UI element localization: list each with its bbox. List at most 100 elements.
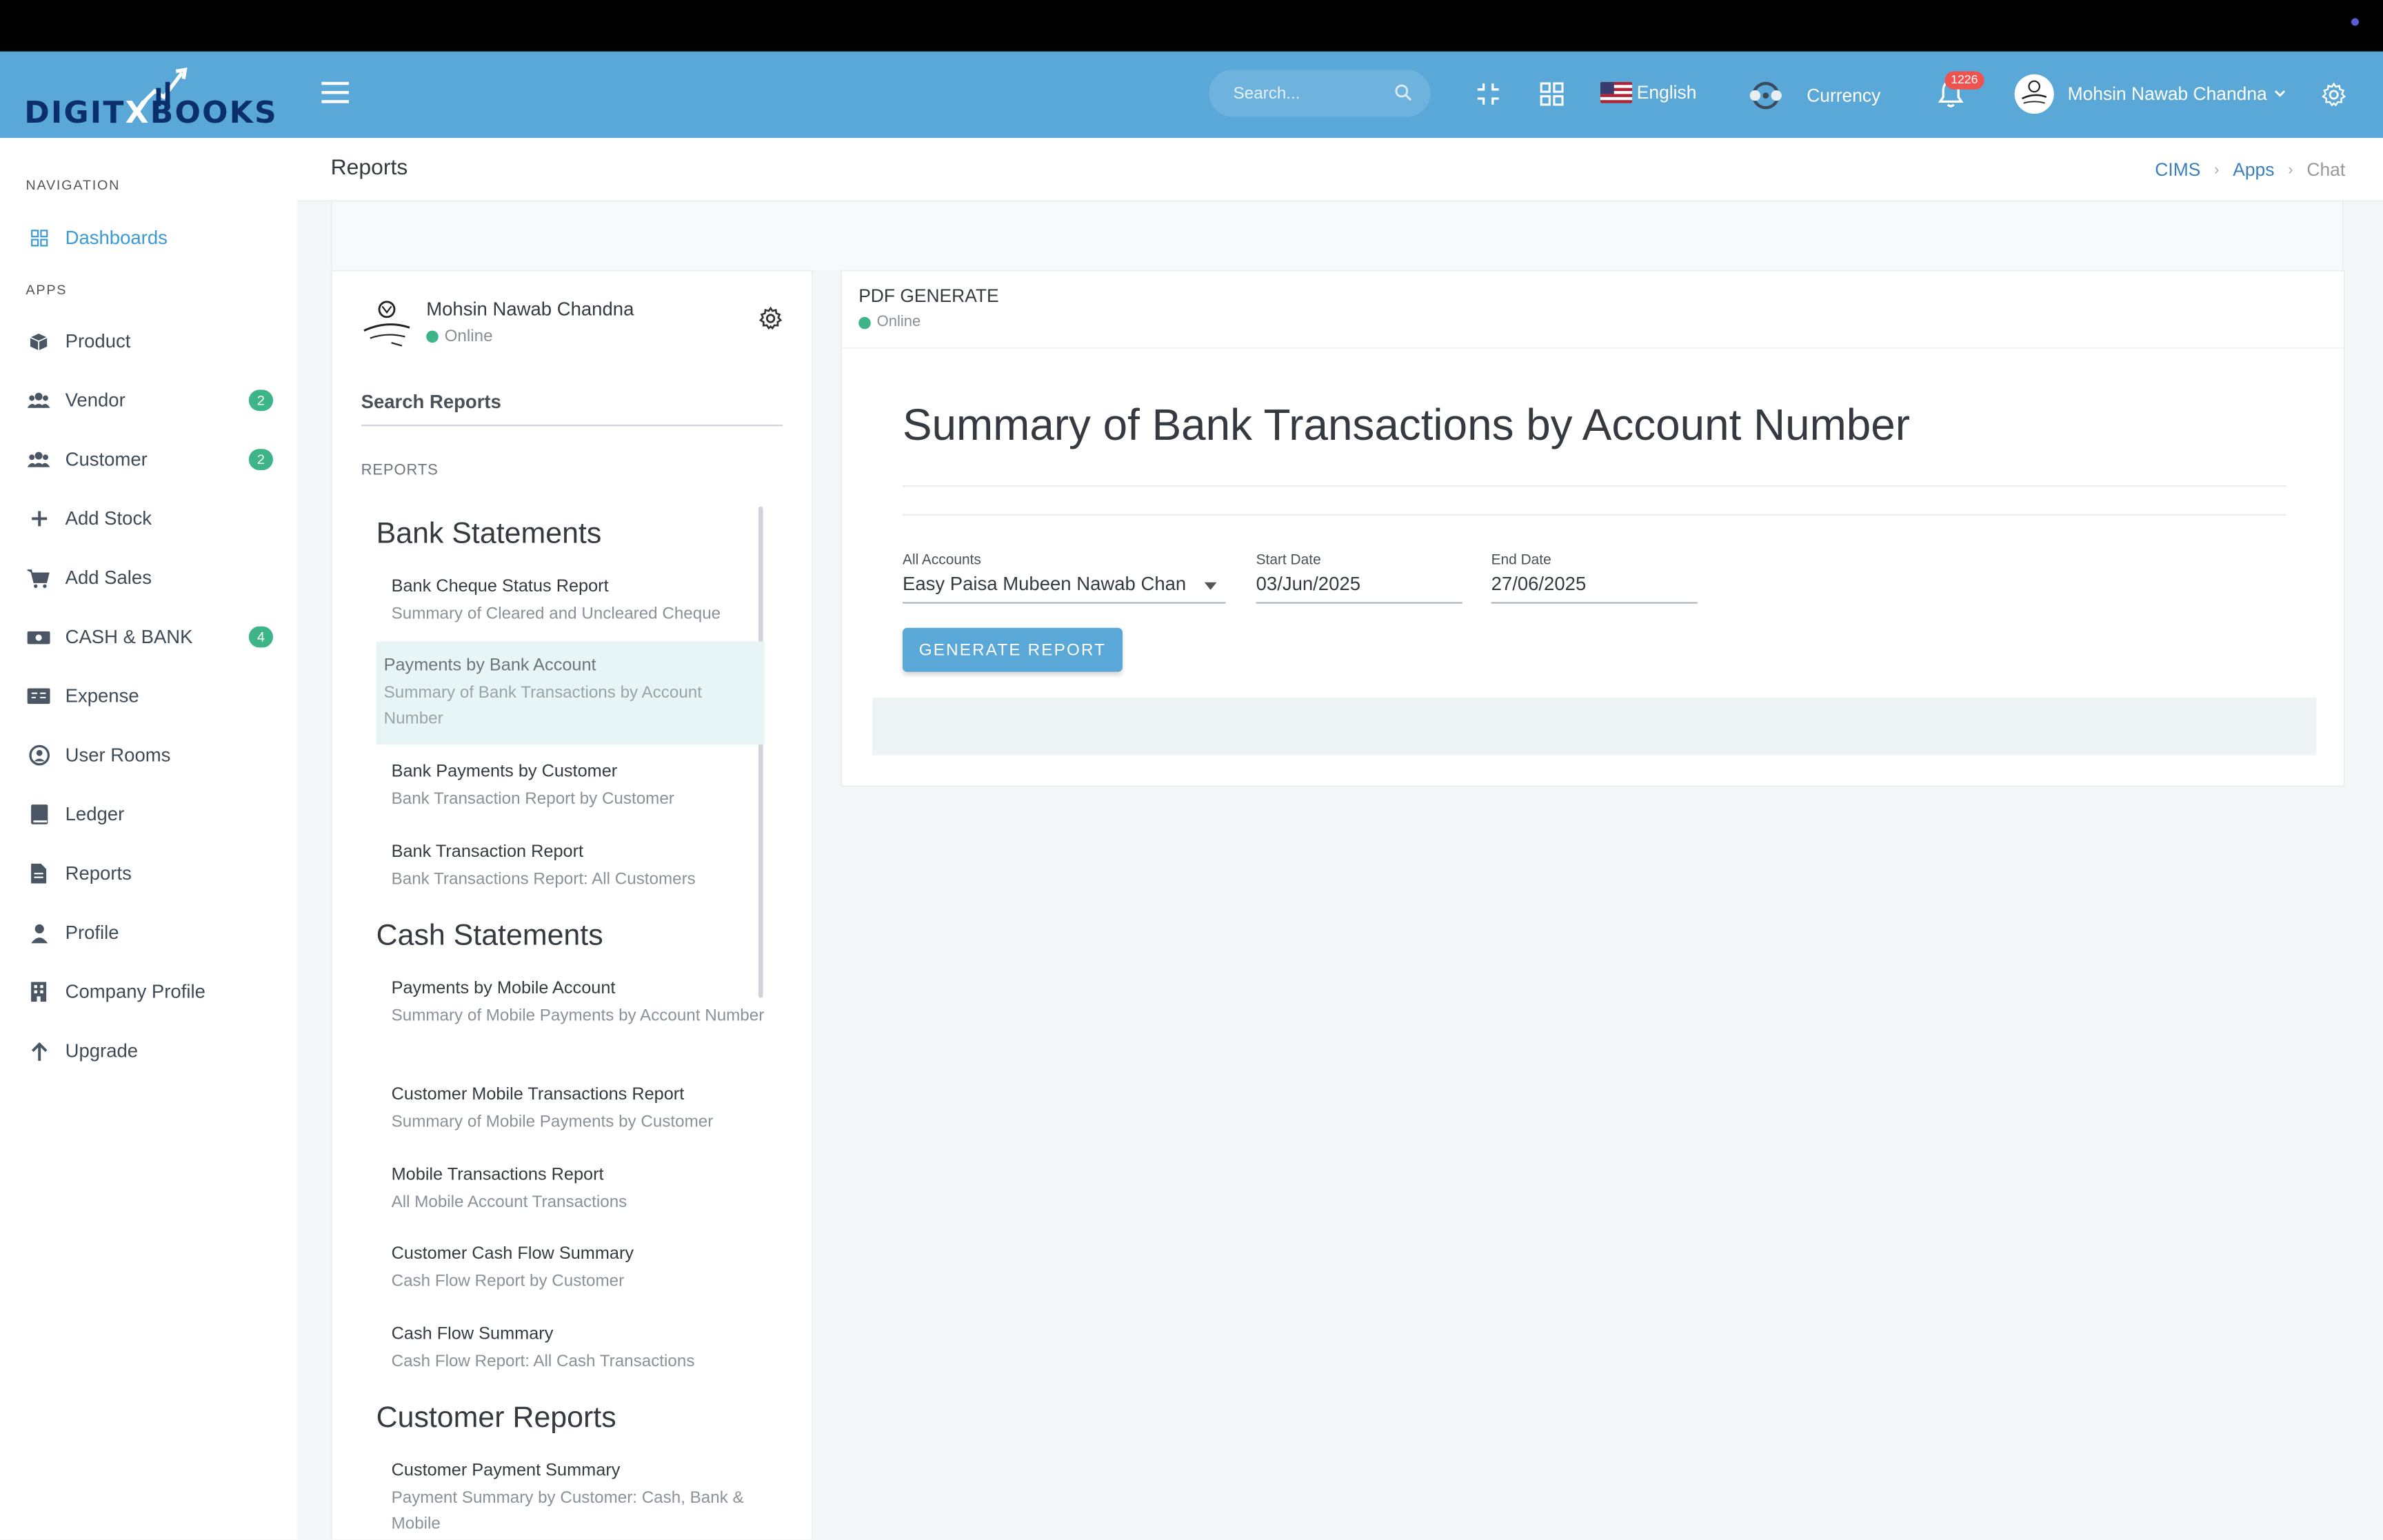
start-date-label: Start Date [1256, 551, 1321, 569]
header-search-input[interactable] [1233, 84, 1385, 103]
report-title: Customer Cash Flow Summary [391, 1245, 634, 1264]
language-selector[interactable]: English [1600, 81, 1697, 103]
settings-gear-icon[interactable] [2321, 82, 2346, 108]
report-title: Bank Cheque Status Report [391, 578, 609, 596]
report-title: Payments by Bank Account [383, 656, 596, 675]
search-reports-input[interactable] [361, 391, 783, 413]
sidebar-item-cash-bank[interactable]: CASH & BANK 4 [27, 622, 273, 652]
accounts-select-field: All Accounts Easy Paisa Mubeen Nawab Cha… [903, 552, 1226, 604]
chevron-down-icon [2275, 90, 2286, 97]
report-title: Cash Flow Summary [391, 1325, 554, 1344]
breadcrumb-cims[interactable]: CIMS [2155, 159, 2200, 181]
sidebar-item-customer[interactable]: Customer 2 [27, 445, 273, 475]
report-title: Mobile Transactions Report [391, 1166, 604, 1185]
report-subtitle: Summary of Mobile Payments by Account Nu… [391, 1006, 765, 1026]
sidebar-item-company-profile[interactable]: Company Profile [28, 977, 273, 1007]
report-item-payments-by-mobile-account[interactable]: Payments by Mobile Account Summary of Mo… [376, 978, 765, 1030]
top-header: DIGITXBOOKS English [0, 51, 2383, 139]
section-heading-bank-statements: Bank Statements [376, 517, 602, 551]
sidebar-item-reports[interactable]: Reports [28, 858, 273, 889]
report-item-bank-payments-by-customer[interactable]: Bank Payments by Customer Bank Transacti… [376, 761, 765, 813]
vendor-count-badge: 2 [248, 389, 273, 412]
collapse-fullscreen-icon[interactable] [1476, 82, 1500, 106]
panel-settings-gear-icon[interactable] [758, 306, 783, 330]
start-date-field: Start Date 03/Jun/2025 [1256, 552, 1462, 604]
sidebar-item-profile[interactable]: Profile [28, 918, 273, 948]
sidebar-item-label: Product [65, 330, 131, 352]
end-date-field: End Date 27/06/2025 [1491, 552, 1698, 604]
sidebar-item-label: Customer [65, 449, 148, 470]
arrow-up-icon [28, 1040, 50, 1062]
sidebar-item-label: CASH & BANK [65, 626, 193, 648]
breadcrumb-apps[interactable]: Apps [2233, 159, 2274, 181]
report-item-customer-cash-flow-summary[interactable]: Customer Cash Flow Summary Cash Flow Rep… [376, 1244, 765, 1295]
apps-grid-icon[interactable] [1540, 82, 1564, 106]
sidebar-item-expense[interactable]: Expense [27, 681, 273, 711]
navigation-heading: NAVIGATION [26, 177, 121, 193]
report-item-bank-transaction-report[interactable]: Bank Transaction Report Bank Transaction… [376, 842, 765, 893]
sidebar-item-add-sales[interactable]: Add Sales [27, 563, 273, 593]
sidebar-item-ledger[interactable]: Ledger [28, 799, 273, 829]
user-name: Mohsin Nawab Chandna [2067, 83, 2267, 105]
sidebar-item-label: Ledger [65, 804, 125, 825]
report-item-customer-mobile-transactions[interactable]: Customer Mobile Transactions Report Summ… [376, 1084, 765, 1136]
app-logo[interactable]: DIGITXBOOKS [24, 61, 282, 130]
currency-selector[interactable]: Currency [1747, 79, 1880, 112]
report-subtitle: Summary of Cleared and Uncleared Cheque [391, 605, 721, 624]
report-title: Customer Payment Summary [391, 1461, 621, 1481]
sidebar-item-label: Company Profile [65, 981, 205, 1003]
search-icon[interactable] [1394, 83, 1412, 101]
receipt-icon [27, 685, 50, 707]
dropdown-caret-icon [1204, 582, 1217, 590]
sidebar-item-label: Add Stock [65, 508, 152, 529]
menu-toggle-icon[interactable] [321, 81, 349, 103]
report-subtitle: All Mobile Account Transactions [391, 1193, 627, 1212]
online-dot-icon [426, 330, 439, 343]
header-search [1209, 70, 1431, 117]
users-icon [27, 448, 50, 471]
report-item-customer-payment-summary[interactable]: Customer Payment Summary Payment Summary… [376, 1461, 765, 1538]
sidebar-item-label: Reports [65, 862, 132, 884]
sidebar-item-label: Dashboards [65, 227, 168, 249]
accounts-value: Easy Paisa Mubeen Nawab Chan [903, 573, 1187, 595]
end-date-input[interactable]: 27/06/2025 [1491, 574, 1698, 604]
accounts-select[interactable]: Easy Paisa Mubeen Nawab Chan [903, 574, 1226, 604]
sidebar-item-add-stock[interactable]: Add Stock [28, 503, 273, 534]
report-heading: Summary of Bank Transactions by Account … [903, 402, 1910, 451]
reports-section-label: REPORTS [361, 463, 439, 480]
sidebar-item-label: Add Sales [65, 567, 152, 589]
breadcrumb: CIMS › Apps › Chat [2155, 159, 2345, 181]
online-dot-icon [858, 316, 871, 329]
box-icon [28, 330, 50, 353]
notification-count-badge: 1226 [1944, 71, 1984, 90]
report-item-bank-cheque-status[interactable]: Bank Cheque Status Report Summary of Cle… [376, 576, 765, 628]
currency-label: Currency [1807, 85, 1881, 106]
sidebar-item-user-rooms[interactable]: User Rooms [28, 740, 273, 771]
report-item-mobile-transactions[interactable]: Mobile Transactions Report All Mobile Ac… [376, 1165, 765, 1217]
sidebar-item-upgrade[interactable]: Upgrade [28, 1036, 273, 1066]
book-icon [28, 803, 50, 826]
language-label: English [1636, 81, 1697, 103]
chevron-right-icon: › [2214, 161, 2220, 179]
system-top-bar [0, 0, 2383, 52]
file-icon [28, 862, 50, 885]
logo-text-a: DIGIT [24, 94, 125, 131]
sidebar-item-label: User Rooms [65, 744, 171, 766]
report-item-payments-by-bank-account[interactable]: Payments by Bank Account Summary of Bank… [376, 641, 765, 745]
status-text: Online [876, 314, 921, 331]
sidebar-item-label: Expense [65, 685, 139, 707]
user-menu[interactable]: Mohsin Nawab Chandna [2014, 74, 2287, 114]
report-item-cash-flow-summary[interactable]: Cash Flow Summary Cash Flow Report: All … [376, 1324, 765, 1376]
start-date-input[interactable]: 03/Jun/2025 [1256, 574, 1462, 604]
user-avatar [2014, 74, 2054, 114]
divider [842, 347, 2344, 349]
breadcrumb-current: Chat [2306, 159, 2346, 181]
page-title: Reports [330, 156, 408, 181]
sidebar-item-vendor[interactable]: Vendor 2 [27, 385, 273, 416]
money-bill-icon [27, 626, 50, 649]
dashboard-icon [28, 227, 50, 250]
sidebar-item-dashboards[interactable]: Dashboards [28, 223, 273, 253]
sidebar-item-product[interactable]: Product [28, 326, 273, 356]
report-output-area [872, 698, 2317, 756]
generate-report-button[interactable]: GENERATE REPORT [903, 627, 1123, 672]
